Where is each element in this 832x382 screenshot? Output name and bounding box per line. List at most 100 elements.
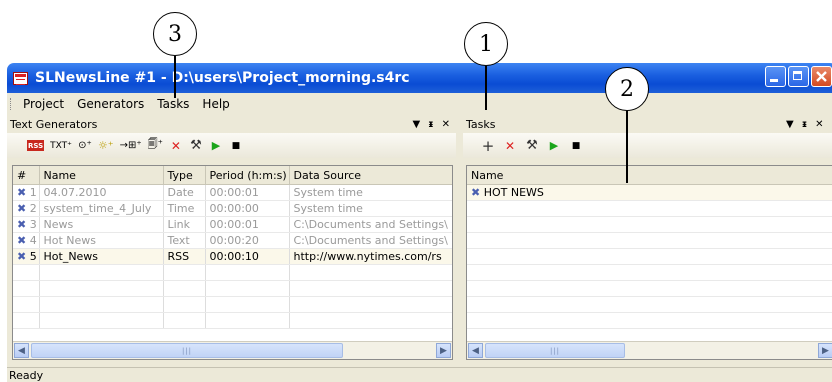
- task-properties-icon[interactable]: ⚒: [525, 138, 539, 154]
- menu-project[interactable]: Project: [23, 97, 64, 111]
- add-time-icon[interactable]: ⊙⁺: [78, 138, 92, 154]
- row-number-cell: ✖ 1: [13, 184, 40, 201]
- column-header-number[interactable]: #: [13, 166, 40, 185]
- callout-3-leader: [174, 56, 176, 98]
- row-type: Time: [163, 200, 206, 217]
- scroll-left-icon: ◀: [472, 345, 479, 356]
- generators-header-row: # Name Type Period (h:m:s) Data Source: [13, 166, 452, 185]
- title-bar[interactable]: SLNewsLine #1 - D:\users\Project_morning…: [7, 63, 832, 93]
- scroll-thumb[interactable]: |||: [485, 343, 625, 358]
- row-number-cell: ✖ 3: [13, 216, 40, 233]
- maximize-icon: [793, 71, 802, 80]
- scroll-right-button[interactable]: ▶: [436, 343, 451, 358]
- table-row[interactable]: ✖ 1 04.07.2010 Date 00:00:01 System time: [13, 184, 452, 201]
- status-text: Ready: [9, 368, 44, 382]
- table-row[interactable]: ✖ 3 News Link 00:00:01 C:\Documents and …: [13, 216, 452, 233]
- column-header-data-source[interactable]: Data Source: [289, 166, 452, 185]
- scroll-right-button[interactable]: ▶: [818, 343, 832, 358]
- minimize-button[interactable]: [765, 66, 786, 87]
- empty-row: [467, 200, 832, 217]
- callout-3: 3: [153, 12, 197, 56]
- tasks-title: Tasks: [466, 117, 496, 131]
- add-date-icon[interactable]: 🗐⁺: [148, 138, 163, 154]
- scroll-left-icon: ◀: [18, 345, 25, 356]
- delete-task-icon[interactable]: ✕: [503, 138, 517, 154]
- row-period: 00:00:01: [205, 184, 290, 201]
- row-type: Text: [163, 232, 206, 249]
- panel-close-icon[interactable]: ✕: [815, 119, 823, 130]
- menu-bar: Project Generators Tasks Help: [7, 93, 832, 115]
- empty-row: [467, 312, 832, 329]
- generators-hscrollbar[interactable]: ◀ ||| ▶: [13, 341, 452, 359]
- task-icon: ✖: [471, 186, 481, 199]
- menu-tasks[interactable]: Tasks: [157, 97, 189, 111]
- row-period: 00:00:00: [205, 200, 290, 217]
- column-header-name[interactable]: Name: [39, 166, 164, 185]
- empty-row: [13, 296, 452, 313]
- text-generators-controls: ▼ ᵻ ✕: [412, 115, 450, 133]
- row-number: 3: [29, 218, 37, 231]
- generators-toolbar: RSS TXT⁺ ⊙⁺ ☼⁺ →⊞⁺ 🗐⁺ ✕ ⚒ ▶ ■: [7, 133, 456, 158]
- empty-row: [13, 264, 452, 281]
- callout-1: 1: [464, 22, 508, 66]
- table-row[interactable]: ✖ 2 system_time_4_July Time 00:00:00 Sys…: [13, 200, 452, 217]
- panel-close-icon[interactable]: ✕: [442, 119, 450, 130]
- column-header-type[interactable]: Type: [163, 166, 206, 185]
- window-controls: [763, 66, 832, 87]
- row-number: 4: [29, 234, 37, 247]
- table-row[interactable]: ✖ HOT NEWS: [467, 184, 832, 201]
- add-weather-icon[interactable]: ☼⁺: [98, 138, 114, 154]
- row-period: 00:00:20: [205, 232, 290, 249]
- tasks-header-row: Name: [467, 166, 832, 185]
- menu-help[interactable]: Help: [202, 97, 229, 111]
- generator-icon: ✖: [17, 218, 27, 231]
- tasks-hscrollbar[interactable]: ◀ ||| ▶: [467, 341, 832, 359]
- empty-row: [467, 296, 832, 313]
- callout-2-label: 2: [620, 76, 634, 102]
- row-period: 00:00:01: [205, 216, 290, 233]
- table-row[interactable]: ✖ 4 Hot News Text 00:00:20 C:\Documents …: [13, 232, 452, 249]
- empty-row: [467, 248, 832, 265]
- add-rss-icon[interactable]: RSS: [27, 140, 45, 151]
- menu-grip[interactable]: [10, 98, 17, 110]
- play-icon[interactable]: ▶: [209, 138, 223, 154]
- row-data-source: C:\Documents and Settings\: [289, 232, 452, 249]
- add-task-icon[interactable]: +: [481, 137, 495, 155]
- delete-icon[interactable]: ✕: [169, 138, 183, 154]
- row-number-cell: ✖ 4: [13, 232, 40, 249]
- scroll-right-icon: ▶: [440, 345, 447, 356]
- column-header-task-name[interactable]: Name: [467, 166, 832, 185]
- task-name: HOT NEWS: [483, 186, 544, 199]
- maximize-button[interactable]: [788, 66, 809, 87]
- row-name: system_time_4_July: [39, 200, 164, 217]
- add-text-icon[interactable]: TXT⁺: [50, 138, 72, 154]
- callout-2: 2: [605, 67, 649, 111]
- callout-1-label: 1: [479, 31, 493, 57]
- task-stop-icon[interactable]: ■: [569, 138, 583, 154]
- text-generators-title-bar[interactable]: Text Generators ▼ ᵻ ✕: [7, 115, 456, 133]
- close-button[interactable]: [811, 66, 832, 87]
- scroll-thumb[interactable]: |||: [31, 343, 343, 358]
- empty-row: [467, 264, 832, 281]
- panel-dropdown-icon[interactable]: ▼: [412, 119, 420, 130]
- stop-icon[interactable]: ■: [229, 138, 243, 154]
- menu-generators[interactable]: Generators: [77, 97, 144, 111]
- pin-icon[interactable]: ᵻ: [428, 119, 433, 130]
- scroll-left-button[interactable]: ◀: [468, 343, 483, 358]
- pin-icon[interactable]: ᵻ: [802, 119, 807, 130]
- callout-2-leader: [626, 111, 628, 183]
- row-name: 04.07.2010: [39, 184, 164, 201]
- task-play-icon[interactable]: ▶: [547, 138, 561, 154]
- table-row[interactable]: ✖ 5 Hot_News RSS 00:00:10 http://www.nyt…: [13, 248, 452, 265]
- add-table-icon[interactable]: →⊞⁺: [120, 138, 142, 154]
- panel-dropdown-icon[interactable]: ▼: [786, 119, 794, 130]
- tasks-title-bar[interactable]: Tasks ▼ ᵻ ✕: [463, 115, 832, 133]
- column-header-period[interactable]: Period (h:m:s): [205, 166, 290, 185]
- scroll-left-button[interactable]: ◀: [14, 343, 29, 358]
- row-type: Link: [163, 216, 206, 233]
- panel-splitter[interactable]: [456, 115, 463, 381]
- row-name: News: [39, 216, 164, 233]
- text-generators-panel: Text Generators ▼ ᵻ ✕ RSS TXT⁺ ⊙⁺ ☼⁺ →⊞⁺…: [7, 115, 456, 381]
- text-generators-title: Text Generators: [10, 117, 98, 131]
- properties-icon[interactable]: ⚒: [189, 138, 203, 154]
